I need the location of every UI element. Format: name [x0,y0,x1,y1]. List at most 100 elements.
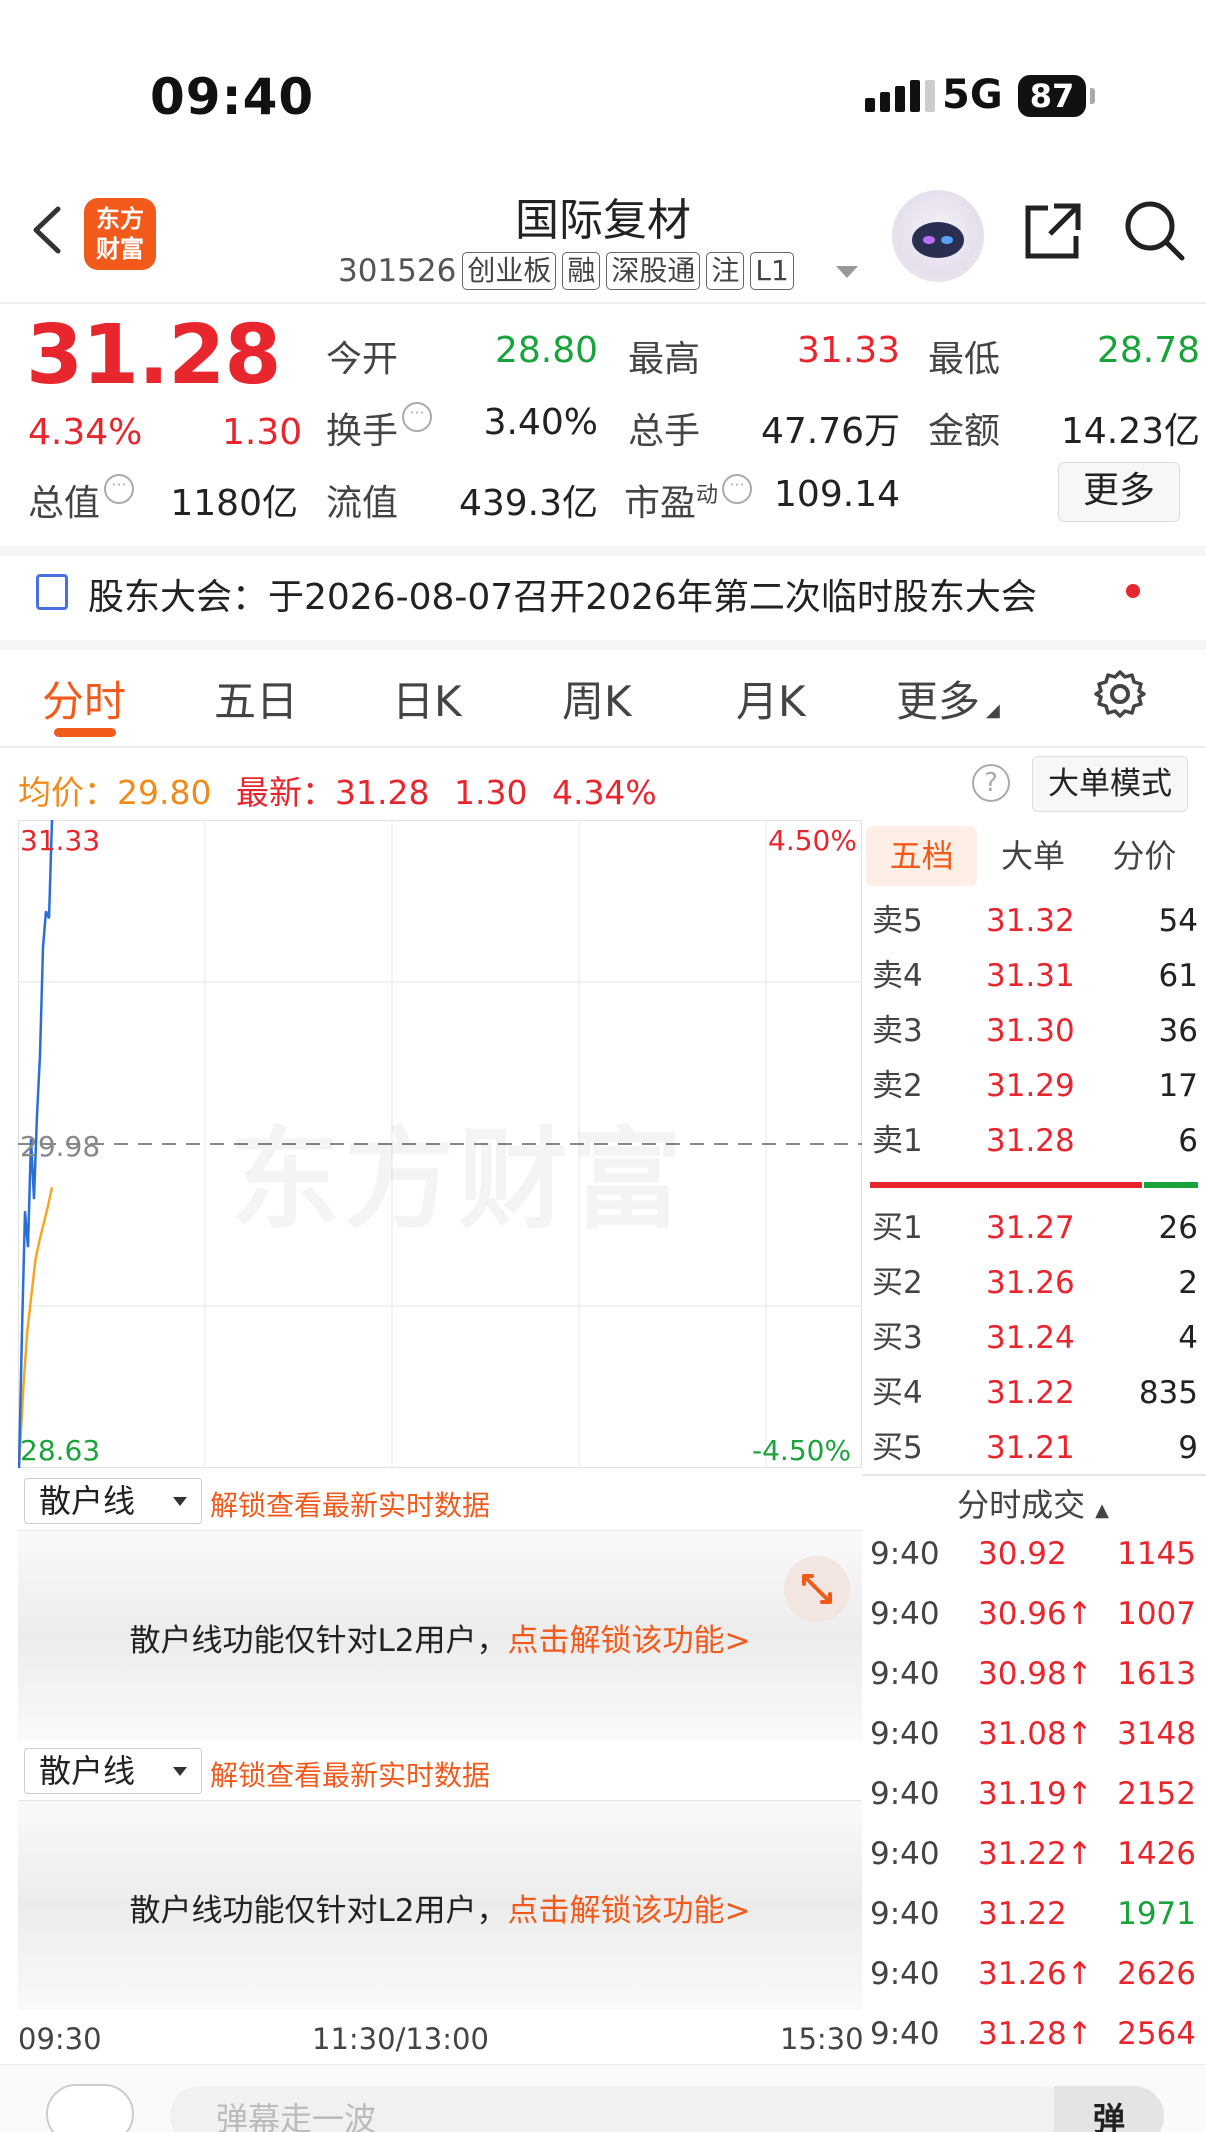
bid-qty: 4 [1178,1320,1198,1356]
tab-weekly-k[interactable]: 周K [562,668,632,729]
tab-price-distribution[interactable]: 分价 [1089,826,1200,886]
section-gap [0,640,1206,650]
chevron-down-icon[interactable] [836,266,858,278]
trade-time: 9:40 [870,1716,940,1752]
help-icon[interactable]: ? [972,764,1010,802]
unlock-link-2[interactable]: 解锁查看最新实时数据 [210,1754,490,1794]
info-icon[interactable]: ··· [104,474,135,504]
label-market-cap[interactable]: 总值 ··· [28,474,135,526]
change-percent: 4.34% [28,412,143,453]
tab-more-label: 更多 [896,677,981,726]
trade-price: 31.22↑ [978,1836,1093,1872]
danmu-input[interactable]: 弹幕走一波 [170,2086,1070,2132]
indicator-select-1[interactable]: 散户线 [24,1478,202,1524]
search-icon[interactable] [1122,198,1188,268]
network-type: 5G [942,72,1003,118]
label-float-cap: 流值 [326,483,399,524]
trade-time: 9:40 [870,1896,940,1932]
unread-dot [1126,584,1140,598]
label-pe-text: 市盈 [624,483,697,524]
stock-subtitle[interactable]: 301526 创业板 融 深股通 注 L1 [338,252,794,290]
time-axis-end: 15:30 [780,2022,864,2056]
label-pe[interactable]: 市盈动 ··· [624,474,753,526]
divider [0,746,1206,748]
trade-time: 9:40 [870,1596,940,1632]
value-market-cap: 1180亿 [170,483,298,524]
ask-row: 卖1 31.28 6 [870,1116,1198,1166]
big-order-mode-button[interactable]: 大单模式 [1032,756,1188,812]
notice-text[interactable]: 股东大会：于2026-08-07召开2026年第二次临时股东大会 [88,568,1037,620]
label-turnover[interactable]: 换手 ··· [326,402,433,454]
tag-registered: 注 [706,252,745,290]
tab-monthly-k[interactable]: 月K [736,668,806,729]
info-icon[interactable]: ··· [402,402,433,432]
tag-connect: 深股通 [606,252,701,290]
ask-price: 31.28 [986,1123,1075,1159]
document-icon [36,574,68,610]
trade-row: 9:40 31.22↑ 1426 [870,1824,1200,1884]
tab-more[interactable]: 更多 ◢ [896,668,1000,729]
value-turnover: 3.40% [483,402,598,443]
unlock-link-1[interactable]: 解锁查看最新实时数据 [210,1484,490,1524]
trade-time: 9:40 [870,1776,940,1812]
unlock-feature-link-1[interactable]: 点击解锁该功能> [508,1623,751,1659]
label-amount: 金额 [928,411,1001,452]
bid-price: 31.24 [986,1320,1075,1356]
ask-label: 卖1 [872,1123,923,1159]
ask-row: 卖5 31.32 54 [870,896,1198,946]
expand-icon[interactable] [784,1556,850,1622]
indicator-header-1: 散户线 解锁查看最新实时数据 [18,1474,862,1528]
battery-icon: 87 [1018,75,1086,117]
info-icon[interactable]: ··· [722,474,753,504]
trade-row: 9:40 31.19↑ 2152 [870,1764,1200,1824]
ask-qty: 6 [1178,1123,1198,1159]
trades-header[interactable]: 分时成交 ▲ [866,1480,1200,1526]
more-quote-button[interactable]: 更多 [1058,462,1180,522]
share-icon[interactable] [1020,200,1084,268]
danmu-button[interactable]: 弹 [1054,2086,1164,2132]
ask-price: 31.30 [986,1013,1075,1049]
ask-label: 卖5 [872,903,923,939]
bid-price: 31.21 [986,1430,1075,1466]
caret-down-icon [173,1497,187,1506]
tab-five-levels[interactable]: 五档 [866,826,978,886]
trade-row: 9:40 31.08↑ 3148 [870,1704,1200,1764]
status-time: 09:40 [150,68,315,126]
comment-icon[interactable] [46,2084,134,2132]
ask-row: 卖4 31.31 61 [870,951,1198,1001]
ask-qty: 36 [1158,1013,1198,1049]
tab-big-orders[interactable]: 大单 [977,826,1088,886]
unlock-feature-link-2[interactable]: 点击解锁该功能> [508,1893,751,1929]
latest-change: 1.30 [453,773,528,812]
buy-sell-ratio-bar [870,1182,1198,1188]
tag-board: 创业板 [462,252,557,290]
ask-row: 卖2 31.29 17 [870,1061,1198,1111]
indicator-select-2[interactable]: 散户线 [24,1748,202,1794]
tab-intraday[interactable]: 分时 [42,668,126,729]
indicator-select-label: 散户线 [39,1482,136,1520]
indicator-header-2: 散户线 解锁查看最新实时数据 [18,1744,862,1798]
trade-row: 9:40 31.28↑ 2564 [870,2004,1200,2064]
bid-qty: 26 [1158,1210,1198,1246]
time-axis-start: 09:30 [18,2022,102,2056]
ask-label: 卖3 [872,1013,923,1049]
panel-msg-text: 散户线功能仅针对L2用户， [129,1623,508,1659]
tab-daily-k[interactable]: 日K [392,668,462,729]
sort-up-icon: ▲ [1095,1500,1109,1521]
trade-price: 31.08↑ [978,1716,1093,1752]
gear-icon[interactable] [1094,668,1146,724]
bid-label: 买2 [872,1265,923,1301]
bid-row: 买3 31.24 4 [870,1313,1198,1363]
tab-five-day[interactable]: 五日 [214,668,298,729]
bid-price: 31.26 [986,1265,1075,1301]
trade-price: 31.26↑ [978,1956,1093,1992]
trade-time: 9:40 [870,1956,940,1992]
avg-value: 29.80 [117,773,212,812]
ai-assistant-icon[interactable] [892,190,984,282]
trade-volume: 3148 [1117,1716,1196,1752]
bid-qty: 835 [1138,1375,1198,1411]
chart-mid-price: 29.98 [20,1130,101,1163]
label-high: 最高 [628,339,701,380]
section-gap [0,546,1206,556]
signal-icon [865,80,940,112]
